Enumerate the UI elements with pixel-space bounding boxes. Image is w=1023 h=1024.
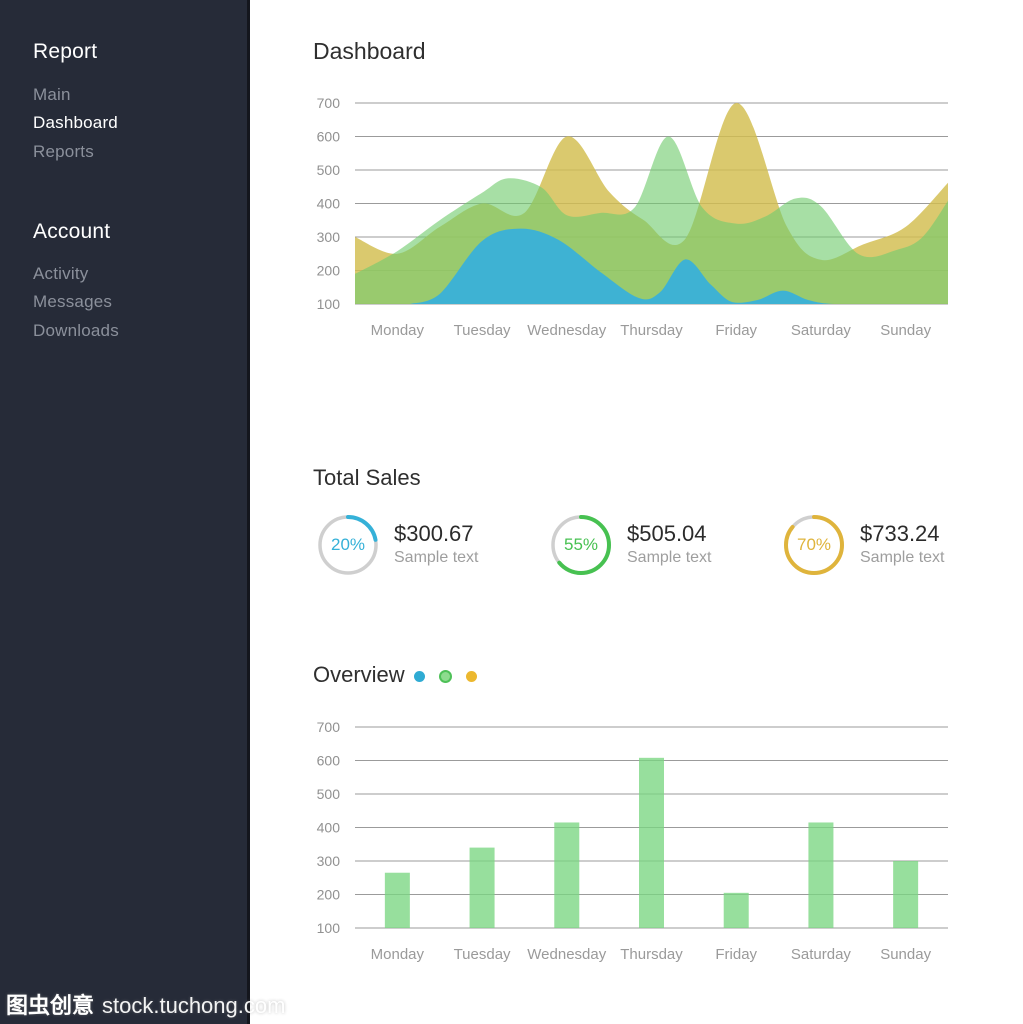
legend-yellow-dot bbox=[466, 671, 477, 682]
svg-text:600: 600 bbox=[317, 129, 341, 145]
svg-text:200: 200 bbox=[317, 263, 341, 279]
bar-monday bbox=[385, 873, 410, 928]
sales-amount: $300.67 bbox=[394, 521, 478, 547]
svg-text:Monday: Monday bbox=[371, 946, 425, 963]
svg-text:100: 100 bbox=[317, 920, 341, 936]
bar-sunday bbox=[893, 861, 918, 928]
sidebar-section-account: Account bbox=[33, 220, 110, 244]
bar-thursday bbox=[639, 758, 664, 928]
svg-text:200: 200 bbox=[317, 887, 341, 903]
sales-caption: Sample text bbox=[627, 547, 711, 569]
sidebar-item-main[interactable]: Main bbox=[33, 85, 71, 105]
bar-friday bbox=[724, 893, 749, 928]
bar-wednesday bbox=[554, 822, 579, 928]
sales-card-3: 70% $733.24 Sample text bbox=[782, 513, 944, 577]
svg-text:Wednesday: Wednesday bbox=[527, 322, 606, 339]
page-title: Dashboard bbox=[313, 38, 426, 65]
svg-text:700: 700 bbox=[317, 719, 341, 735]
sidebar-item-dashboard[interactable]: Dashboard bbox=[33, 113, 118, 133]
sales-caption: Sample text bbox=[860, 547, 944, 569]
ring-percent-label: 70% bbox=[782, 513, 846, 577]
svg-text:Saturday: Saturday bbox=[791, 946, 852, 963]
svg-text:500: 500 bbox=[317, 786, 341, 802]
svg-text:400: 400 bbox=[317, 820, 341, 836]
svg-text:300: 300 bbox=[317, 229, 341, 245]
weekly-bar-chart: 700 600 500 400 300 200 100 Monday Tuesday Wednes… bbox=[300, 707, 960, 977]
green-area bbox=[355, 137, 948, 305]
sales-amount: $505.04 bbox=[627, 521, 711, 547]
sidebar-item-reports[interactable]: Reports bbox=[33, 142, 94, 162]
stock-watermark: 图虫创意 stock.tuchong.com bbox=[6, 988, 285, 1020]
overview-legend bbox=[414, 670, 477, 683]
progress-ring-70: 70% bbox=[782, 513, 846, 577]
bar-saturday bbox=[808, 822, 833, 928]
sidebar-item-activity[interactable]: Activity bbox=[33, 264, 88, 284]
svg-text:Friday: Friday bbox=[715, 322, 757, 339]
svg-text:Friday: Friday bbox=[715, 946, 757, 963]
sales-card-2: 55% $505.04 Sample text bbox=[549, 513, 711, 577]
svg-text:500: 500 bbox=[317, 162, 341, 178]
svg-text:Sunday: Sunday bbox=[880, 946, 931, 963]
weekly-area-chart: 700 600 500 400 300 200 100 Monday Tuesday Wednes… bbox=[300, 85, 960, 355]
sales-amount: $733.24 bbox=[860, 521, 944, 547]
svg-text:Saturday: Saturday bbox=[791, 322, 852, 339]
watermark-site: stock.tuchong.com bbox=[102, 993, 285, 1018]
sidebar-item-downloads[interactable]: Downloads bbox=[33, 321, 119, 341]
total-sales-heading: Total Sales bbox=[313, 465, 421, 491]
svg-text:700: 700 bbox=[317, 95, 341, 111]
svg-text:Sunday: Sunday bbox=[880, 322, 931, 339]
svg-text:Tuesday: Tuesday bbox=[454, 946, 511, 963]
progress-ring-20: 20% bbox=[316, 513, 380, 577]
svg-text:600: 600 bbox=[317, 753, 341, 769]
svg-text:Tuesday: Tuesday bbox=[454, 322, 511, 339]
svg-text:Thursday: Thursday bbox=[620, 322, 683, 339]
watermark-cn: 图虫创意 bbox=[6, 993, 94, 1018]
svg-text:Wednesday: Wednesday bbox=[527, 946, 606, 963]
progress-ring-55: 55% bbox=[549, 513, 613, 577]
bar-tuesday bbox=[470, 848, 495, 928]
svg-text:300: 300 bbox=[317, 853, 341, 869]
sales-card-1: 20% $300.67 Sample text bbox=[316, 513, 478, 577]
svg-text:Monday: Monday bbox=[371, 322, 425, 339]
sidebar-section-report: Report bbox=[33, 40, 97, 64]
dashboard-page: Report Main Dashboard Reports Account Ac… bbox=[0, 0, 1023, 1024]
ring-percent-label: 55% bbox=[549, 513, 613, 577]
svg-text:400: 400 bbox=[317, 196, 341, 212]
sales-caption: Sample text bbox=[394, 547, 478, 569]
ring-percent-label: 20% bbox=[316, 513, 380, 577]
svg-text:Thursday: Thursday bbox=[620, 946, 683, 963]
sidebar: Report Main Dashboard Reports Account Ac… bbox=[0, 0, 250, 1024]
legend-green-dot bbox=[439, 670, 452, 683]
svg-text:100: 100 bbox=[317, 296, 341, 312]
legend-blue-dot bbox=[414, 671, 425, 682]
sidebar-item-messages[interactable]: Messages bbox=[33, 292, 112, 312]
overview-heading: Overview bbox=[313, 662, 405, 688]
